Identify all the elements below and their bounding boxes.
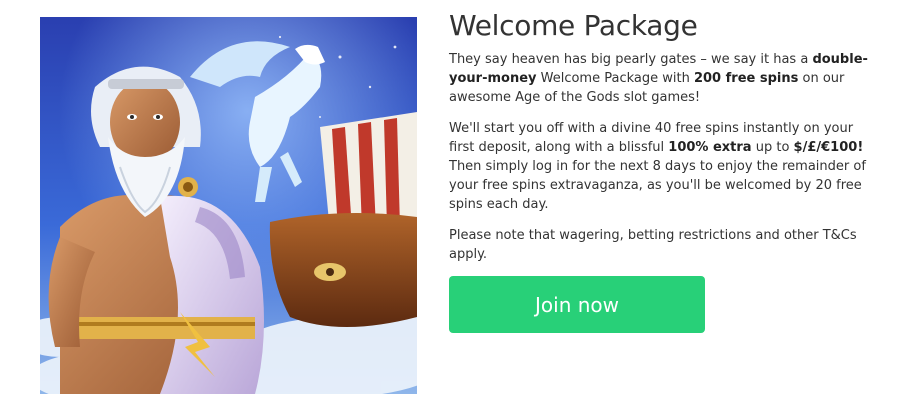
promo-text: Then simply log in for the next 8 days t… [449, 159, 866, 212]
promo-title: Welcome Package [449, 9, 698, 42]
promo-paragraph-1: They say heaven has big pearly gates – w… [449, 50, 869, 107]
promo-text: up to [751, 140, 794, 155]
promo-emphasis: 100% extra [668, 140, 752, 155]
join-now-button[interactable]: Join now [449, 276, 705, 333]
promo-content: Welcome Package They say heaven has big … [449, 8, 869, 276]
promo-text: They say heaven has big pearly gates – w… [449, 52, 813, 67]
promo-text: Welcome Package with [536, 71, 694, 86]
promo-emphasis: $/£/€100! [793, 140, 864, 155]
promo-paragraph-3: Please note that wagering, betting restr… [449, 228, 857, 262]
promo-emphasis: 200 free spins [693, 71, 799, 86]
zeus-illustration [40, 17, 417, 394]
hero-illustration [40, 17, 417, 394]
promo-paragraph-2: We'll start you off with a divine 40 fre… [449, 119, 869, 214]
